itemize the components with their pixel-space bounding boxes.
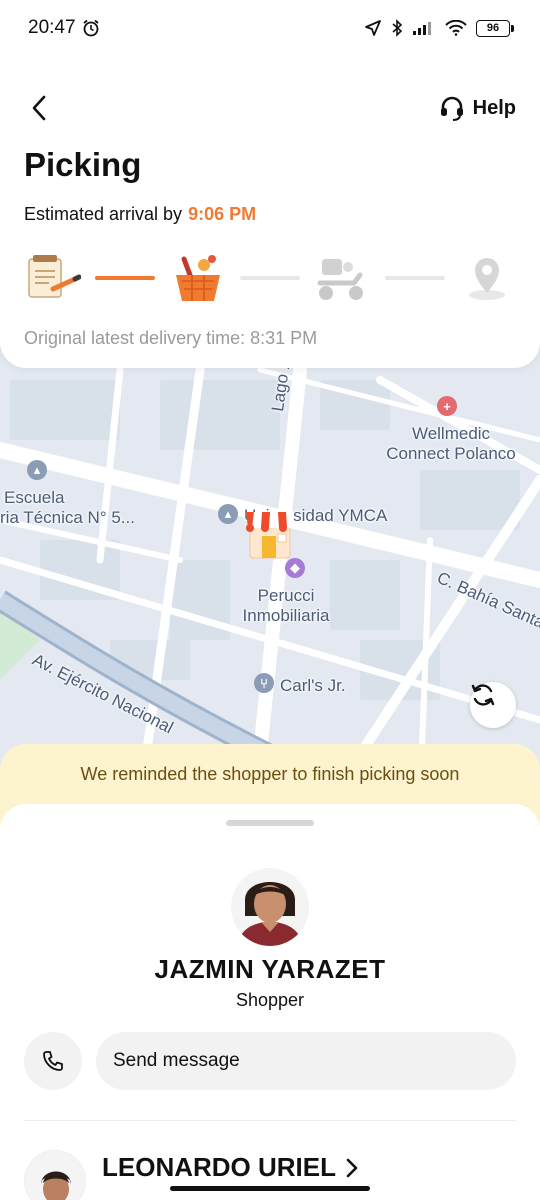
- status-icons: 96: [364, 19, 514, 37]
- restaurant-poi-icon: ⑂: [254, 673, 274, 693]
- status-time: 20:47: [28, 17, 100, 39]
- phone-icon: [43, 1051, 63, 1071]
- battery-icon: 96: [476, 19, 514, 37]
- battery-level: 96: [486, 22, 500, 34]
- original-delivery-time: Original latest delivery time: 8:31 PM: [24, 328, 318, 348]
- delivery-scooter-icon: [313, 250, 371, 306]
- location-arrow-icon: [365, 20, 381, 36]
- map-label-poi: Carl's Jr.: [280, 676, 346, 695]
- alarm-icon: [82, 19, 99, 37]
- eta-time: 9:06 PM: [188, 204, 257, 224]
- signal-icon: [413, 22, 431, 35]
- refresh-map-button[interactable]: [470, 682, 516, 728]
- progress-line-3: [384, 276, 445, 280]
- order-progress-tracker: [24, 250, 516, 306]
- help-label: Help: [472, 96, 516, 119]
- courier-avatar: [24, 1150, 86, 1200]
- sheet-drag-handle[interactable]: [226, 820, 314, 826]
- headset-icon: [440, 96, 463, 121]
- chevron-left-icon: [32, 95, 46, 121]
- map-label-poi: Escuela: [4, 488, 65, 507]
- help-button[interactable]: Help: [439, 92, 516, 124]
- university-poi-icon: ▴: [218, 504, 238, 524]
- home-indicator[interactable]: [170, 1186, 370, 1191]
- call-shopper-button[interactable]: [24, 1032, 82, 1090]
- refresh-icon: [471, 684, 495, 706]
- back-button[interactable]: [24, 92, 54, 124]
- progress-line-1: [95, 276, 156, 280]
- store-pin-icon[interactable]: [242, 500, 298, 564]
- send-message-input[interactable]: Send message: [96, 1032, 516, 1090]
- shopping-basket-icon: [169, 250, 227, 306]
- order-notepad-icon: [24, 250, 82, 306]
- shopper-role: Shopper: [235, 990, 305, 1010]
- eta-label: Estimated arrival by: [24, 204, 183, 224]
- map-label-poi: Perucci: [257, 586, 315, 605]
- page-title: Picking: [24, 146, 142, 183]
- destination-pin-icon: [458, 250, 516, 306]
- map-label-poi: Inmobiliaria: [242, 606, 330, 625]
- wifi-icon: [445, 20, 467, 36]
- school-poi-icon: ▴: [27, 460, 47, 480]
- clock-time: 20:47: [28, 17, 76, 38]
- bluetooth-icon: [392, 19, 403, 37]
- map-label-poi: ria Técnica N° 5...: [0, 508, 135, 527]
- courier-name: LEONARDO URIEL: [102, 1152, 336, 1182]
- map-label-poi: Wellmedic: [411, 424, 491, 443]
- progress-line-2: [239, 276, 300, 280]
- courier-row[interactable]: LEONARDO URIEL: [102, 1152, 358, 1183]
- hospital-poi-icon: +: [437, 396, 457, 416]
- estimated-arrival: Estimated arrival by 9:06 PM: [24, 204, 256, 225]
- shopper-name: JAZMIN YARAZET: [154, 954, 386, 984]
- chevron-right-icon: [346, 1158, 358, 1177]
- map-label-poi: Connect Polanco: [386, 444, 516, 463]
- shopper-bottom-sheet[interactable]: JAZMIN YARAZET Shopper Send message LEON…: [0, 804, 540, 1200]
- shopper-avatar: [231, 866, 309, 948]
- status-bar: 20:47 96: [0, 0, 540, 56]
- divider: [24, 1120, 516, 1121]
- reminder-text: We reminded the shopper to finish pickin…: [80, 764, 460, 784]
